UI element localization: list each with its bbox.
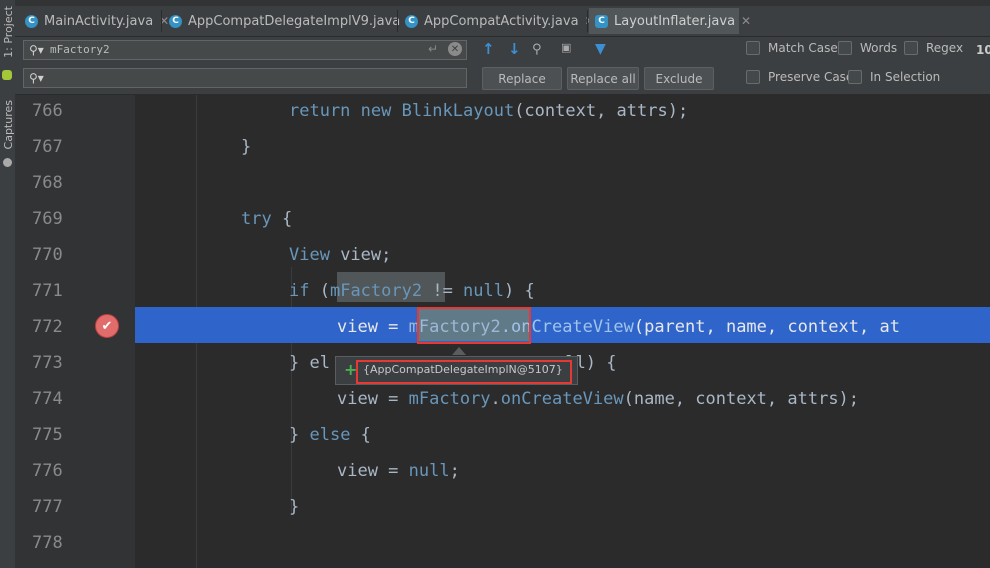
in-selection-label: In Selection [870,70,941,84]
captures-tool-button[interactable]: Captures [2,100,15,149]
line-number: 775 [32,425,63,445]
replace-field[interactable]: ⚲▾ [23,68,467,88]
code-line: } [241,137,252,157]
search-field[interactable]: ⚲▾ mFactory2 ↵ ✕ [23,40,467,60]
class-icon: C [169,14,182,28]
code-line: } [289,497,300,517]
match-case-checkbox[interactable]: Match Case [746,41,838,55]
line-number: 766 [32,101,63,121]
line-number: 767 [32,137,63,157]
editor-tab-bar: C MainActivity.java ✕ C AppCompatDelegat… [15,0,990,37]
select-all-occurrences-icon[interactable]: ▣ [561,41,571,54]
previous-occurrence-icon[interactable]: ↑ [482,40,495,58]
line-number: 772 [32,317,63,337]
tab-appcompatdelegateimplv9[interactable]: C AppCompatDelegateImplV9.java ✕ [163,8,416,34]
line-number: 773 [32,353,63,373]
find-all-icon[interactable]: ⚲ [532,42,542,57]
breakpoint-icon[interactable]: ✔ [95,314,119,338]
next-occurrence-icon[interactable]: ↓ [508,40,521,58]
indent-guide [291,267,292,515]
newline-icon[interactable]: ↵ [428,42,438,56]
match-case-label: Match Case [768,41,838,55]
tab-label: AppCompatActivity.java [424,13,579,29]
tab-label: MainActivity.java [44,13,154,29]
project-tool-button[interactable]: 1: Project [2,6,15,58]
code-line: try { [241,209,293,229]
regex-label: Regex [926,41,964,55]
line-number: 777 [32,497,63,517]
annotation-box [417,307,531,344]
result-count: 10 [976,43,990,57]
code-line: } else { [289,425,371,445]
code-line: View view; [289,245,392,265]
tab-label: LayoutInflater.java [614,13,736,29]
tool-window-strip: 1: Project Captures [0,0,16,568]
tab-layoutinflater[interactable]: C LayoutInflater.java ✕ [589,8,751,34]
replace-all-button[interactable]: Replace all [567,67,639,90]
code-line: view = null; [337,461,460,481]
tab-label: AppCompatDelegateImplV9.java [188,13,401,29]
line-number: 774 [32,389,63,409]
find-replace-bar: ⚲▾ mFactory2 ↵ ✕ ⚲▾ ↑ ↓ ⚲ ▣ ▼ Replace Re… [15,37,990,95]
line-number: 769 [32,209,63,229]
annotation-box [356,360,572,384]
line-number: 770 [32,245,63,265]
line-number: 768 [32,173,63,193]
in-selection-checkbox[interactable]: In Selection [848,70,940,84]
class-icon: C [25,14,38,28]
exclude-button[interactable]: Exclude [644,67,714,90]
clear-icon[interactable]: ✕ [448,42,462,56]
captures-icon [3,158,12,167]
code-line: view = mFactory.onCreateView(name, conte… [337,389,860,409]
preserve-case-label: Preserve Case [768,70,854,84]
line-number: 778 [32,533,63,553]
code-editor[interactable]: ✔ 766 767 768 769 770 771 772 773 774 77… [15,95,990,568]
preserve-case-checkbox[interactable]: Preserve Case [746,70,853,84]
replace-button[interactable]: Replace [482,67,562,90]
search-icon: ⚲▾ [29,43,44,57]
filter-icon[interactable]: ▼ [595,41,606,57]
words-checkbox[interactable]: Words [838,41,897,55]
android-icon [2,70,12,80]
search-input-value: mFactory2 [50,43,110,56]
regex-checkbox[interactable]: Regex [904,41,963,55]
search-icon: ⚲▾ [29,71,44,85]
code-line: if (mFactory2 != null) { [289,281,535,301]
close-icon[interactable]: ✕ [741,14,751,28]
words-label: Words [860,41,898,55]
tab-mainactivity[interactable]: C MainActivity.java ✕ [19,8,169,34]
code-line: return new BlinkLayout(context, attrs); [289,101,689,121]
class-icon: C [405,14,418,28]
line-number: 771 [32,281,63,301]
library-class-icon: C [595,14,608,28]
popup-pointer [452,347,466,355]
tab-appcompatactivity[interactable]: C AppCompatActivity.java ✕ [399,8,595,34]
line-number: 776 [32,461,63,481]
